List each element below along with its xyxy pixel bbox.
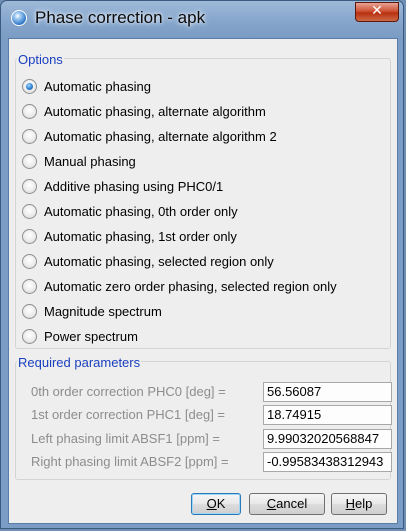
option-label: Automatic phasing, alternate algorithm (44, 103, 266, 119)
cancel-label-rest: ancel (276, 496, 308, 511)
option-label: Automatic zero order phasing, selected r… (44, 278, 337, 294)
option-label: Automatic phasing, alternate algorithm 2 (44, 128, 277, 144)
option-manual-phasing[interactable]: Manual phasing (22, 150, 136, 172)
phc1-input[interactable]: 18.74915 (263, 405, 392, 425)
title-bar[interactable]: Phase correction - apk ✕ (1, 1, 405, 35)
option-power-spectrum[interactable]: Power spectrum (22, 325, 138, 347)
cancel-button[interactable]: Cancel (249, 493, 325, 515)
option-automatic-0th-order[interactable]: Automatic phasing, 0th order only (22, 200, 238, 222)
help-label-rest: elp (355, 496, 373, 511)
option-label: Additive phasing using PHC0/1 (44, 178, 224, 194)
option-label: Manual phasing (44, 153, 136, 169)
absf1-input[interactable]: 9.99032020568847 (263, 429, 392, 449)
option-label: Automatic phasing, 0th order only (44, 203, 238, 219)
radio-button[interactable] (22, 253, 37, 269)
option-automatic-phasing-alternate-2[interactable]: Automatic phasing, alternate algorithm 2 (22, 125, 277, 147)
param-label-absf1: Left phasing limit ABSF1 [ppm] = (31, 431, 220, 446)
radio-button[interactable] (22, 303, 37, 319)
ok-button[interactable]: OK (191, 493, 241, 515)
option-automatic-selected-region[interactable]: Automatic phasing, selected region only (22, 250, 274, 272)
help-button[interactable]: Help (331, 493, 387, 515)
option-automatic-1st-order[interactable]: Automatic phasing, 1st order only (22, 225, 237, 247)
option-automatic-phasing[interactable]: Automatic phasing (22, 75, 151, 97)
option-label: Automatic phasing, 1st order only (44, 228, 237, 244)
param-label-phc0: 0th order correction PHC0 [deg] = (31, 384, 226, 399)
param-label-phc1: 1st order correction PHC1 [deg] = (31, 407, 226, 422)
option-automatic-phasing-alternate[interactable]: Automatic phasing, alternate algorithm (22, 100, 266, 122)
ok-label-rest: K (216, 496, 226, 511)
radio-button[interactable] (22, 128, 37, 144)
param-row-absf1: Left phasing limit ABSF1 [ppm] = 9.99032… (22, 429, 392, 449)
phc0-input[interactable]: 56.56087 (263, 382, 392, 402)
radio-button[interactable] (22, 228, 37, 244)
radio-button[interactable] (22, 178, 37, 194)
option-additive-phasing[interactable]: Additive phasing using PHC0/1 (22, 175, 223, 197)
radio-button[interactable] (22, 78, 37, 94)
help-mnemonic: H (345, 496, 356, 511)
radio-button[interactable] (22, 103, 37, 119)
option-label: Automatic phasing (44, 78, 151, 94)
dialog-window: Phase correction - apk ✕ Options Automat… (0, 0, 404, 529)
app-icon (11, 10, 27, 26)
param-row-phc1: 1st order correction PHC1 [deg] = 18.749… (22, 405, 392, 425)
parameters-legend: Required parameters (17, 355, 142, 370)
option-zero-order-selected-region[interactable]: Automatic zero order phasing, selected r… (22, 275, 337, 297)
radio-button[interactable] (22, 153, 37, 169)
option-magnitude-spectrum[interactable]: Magnitude spectrum (22, 300, 162, 322)
option-label: Magnitude spectrum (44, 303, 162, 319)
options-legend: Options (17, 52, 64, 67)
param-row-absf2: Right phasing limit ABSF2 [ppm] = -0.995… (22, 452, 392, 472)
param-label-absf2: Right phasing limit ABSF2 [ppm] = (31, 454, 229, 469)
window-title: Phase correction - apk (35, 8, 206, 27)
close-button[interactable]: ✕ (355, 2, 399, 22)
ok-mnemonic: O (206, 496, 217, 511)
radio-button[interactable] (22, 328, 37, 344)
dialog-content: Options Automatic phasing Automatic phas… (8, 38, 398, 524)
option-label: Power spectrum (44, 328, 138, 344)
option-label: Automatic phasing, selected region only (44, 253, 274, 269)
param-row-phc0: 0th order correction PHC0 [deg] = 56.560… (22, 382, 392, 402)
radio-button[interactable] (22, 203, 37, 219)
radio-button[interactable] (22, 278, 37, 294)
absf2-input[interactable]: -0.99583438312943 (263, 452, 392, 472)
cancel-mnemonic: C (266, 496, 277, 511)
